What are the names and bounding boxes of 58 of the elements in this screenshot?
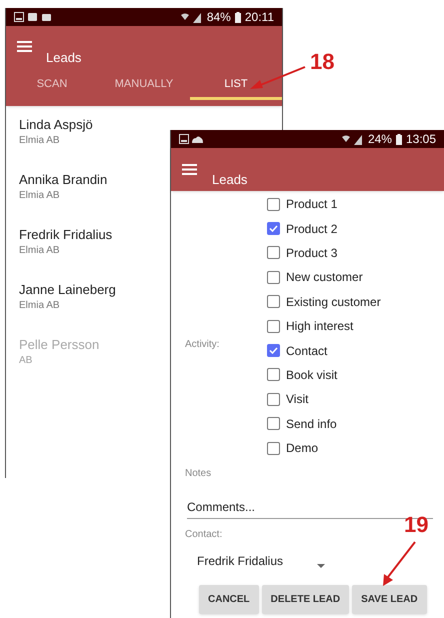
lead-company: Elmia AB (19, 299, 60, 313)
clock-time: 13:05 (406, 131, 436, 148)
lead-name[interactable]: Linda Aspsjö (19, 116, 93, 134)
checkbox[interactable] (267, 198, 280, 211)
checkbox-option[interactable]: Send info (267, 414, 337, 433)
checkbox-option[interactable]: New customer (267, 268, 363, 286)
lead-company: Elmia AB (19, 189, 60, 203)
checkbox-option[interactable]: High interest (267, 317, 354, 336)
checkbox[interactable] (267, 368, 280, 382)
contact-dropdown[interactable]: Fredrik Fridalius (197, 552, 325, 570)
signal-icon (342, 134, 364, 144)
menu-icon[interactable] (182, 164, 197, 175)
checkbox[interactable] (267, 222, 280, 236)
lead-company: Elmia AB (19, 134, 60, 148)
notification-icons (14, 12, 54, 22)
checkbox[interactable] (267, 442, 280, 455)
lead-company: Elmia AB (19, 244, 60, 258)
checkbox[interactable] (267, 417, 280, 430)
notes-label: Notes (184, 467, 212, 482)
lead-name[interactable]: Annika Brandin (19, 171, 108, 189)
check-icon (269, 347, 278, 354)
action-button[interactable]: CANCEL (199, 585, 259, 614)
battery-percent: 24% (368, 131, 392, 148)
battery-percent: 84% (206, 9, 231, 26)
lead-name[interactable]: Fredrik Fridalius (19, 226, 112, 244)
action-button[interactable]: DELETE LEAD (262, 585, 350, 614)
callout-number: 18 (310, 50, 334, 74)
checkbox[interactable] (267, 295, 280, 308)
checkbox-option[interactable]: Demo (267, 439, 318, 458)
checkbox[interactable] (267, 392, 280, 406)
check-icon (269, 225, 278, 232)
callout-arrow (380, 541, 416, 587)
screen-title: Leads (211, 172, 248, 188)
signal-icon (180, 12, 203, 22)
checkbox-option[interactable]: Existing customer (267, 292, 381, 311)
action-button[interactable]: SAVE LEAD (352, 585, 427, 614)
checkbox-option[interactable]: Product 3 (267, 244, 338, 262)
lead-company: AB (19, 354, 32, 368)
screen-title: Leads (45, 50, 82, 66)
callout-arrow (248, 66, 306, 92)
battery-icon (396, 134, 402, 144)
checkbox[interactable] (267, 270, 280, 284)
checkbox[interactable] (267, 246, 280, 260)
checkbox[interactable] (267, 344, 280, 358)
lead-name[interactable]: Janne Laineberg (19, 281, 116, 299)
battery-icon (234, 12, 241, 22)
checkbox-option[interactable]: Contact (267, 342, 328, 360)
clock-time: 20:11 (244, 9, 274, 26)
section-label: Activity: (185, 338, 220, 352)
caret-icon (317, 564, 325, 568)
contact-label: Contact: (184, 528, 222, 542)
checkbox-option[interactable]: Product 2 (267, 220, 338, 238)
checkbox[interactable] (267, 320, 280, 333)
menu-icon[interactable] (17, 41, 32, 52)
checkbox-option[interactable]: Book visit (267, 366, 338, 384)
checkbox-option[interactable]: Visit (267, 390, 308, 408)
notification-icons (179, 134, 203, 144)
checkbox-option[interactable]: Product 1 (267, 195, 338, 214)
